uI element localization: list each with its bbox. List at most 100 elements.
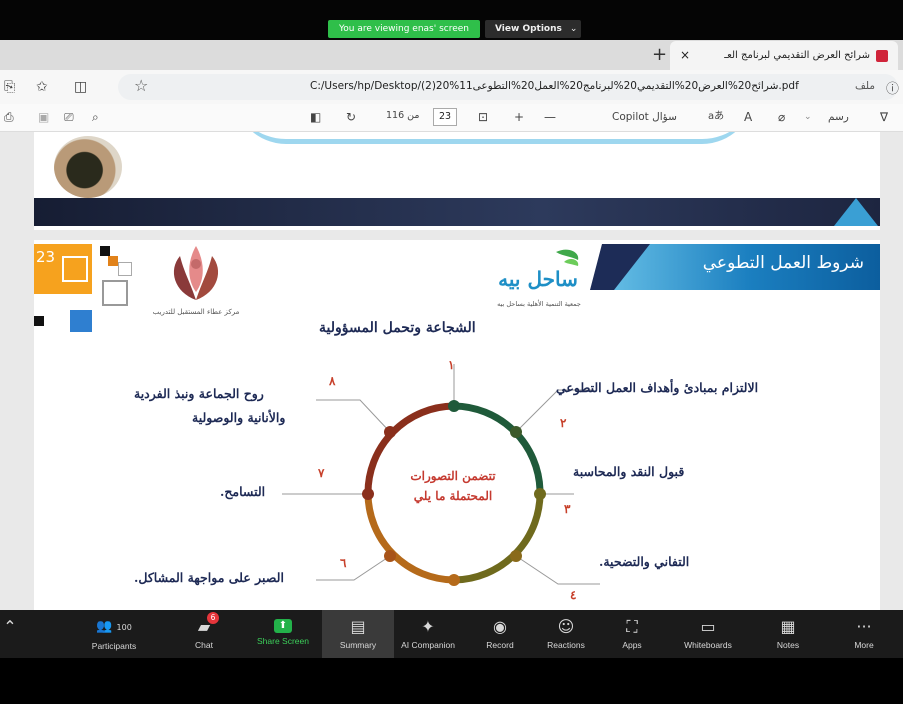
page-view-icon[interactable]: ◧ — [310, 108, 321, 126]
ring-arc — [364, 493, 455, 584]
chat-label: Chat — [195, 640, 213, 650]
ring-node — [362, 488, 374, 500]
participants-count: 100 — [116, 623, 132, 632]
downloads-icon[interactable]: ⎘ — [4, 78, 15, 96]
notes-label: Notes — [776, 640, 800, 650]
tab-title: شرائح العرض التقديمي لبرنامج العـ — [724, 50, 870, 61]
ai-companion-label: AI Companion — [401, 640, 455, 650]
chevron-up-icon: ⌃ — [3, 617, 17, 636]
share-screen-button[interactable]: ⬆ Share Screen — [247, 610, 319, 658]
fit-page-icon[interactable]: ⊡ — [478, 108, 488, 126]
connector-line — [515, 555, 600, 585]
condition-number: ٤ — [570, 588, 577, 602]
ring-center-label: تتضمن التصورات المحتملة ما يلي — [393, 466, 513, 506]
summary-button[interactable]: ▤ Summary — [322, 610, 394, 658]
share-screen-icon: ⬆ — [274, 619, 292, 633]
favorites-icon[interactable]: ✩ — [36, 78, 48, 96]
ring-node — [384, 550, 396, 562]
record-label: Record — [486, 640, 514, 650]
add-favorite-star-icon[interactable]: ☆ — [134, 76, 148, 95]
ring-node — [448, 400, 460, 412]
condition-number: ١ — [448, 358, 455, 372]
page-total: من 116 — [386, 110, 420, 121]
audio-options-button[interactable]: ⌃ — [0, 610, 46, 658]
notes-button[interactable]: ▦ Notes — [752, 610, 824, 658]
letterbox-bottom — [0, 658, 903, 704]
draw-button[interactable]: رسم — [828, 108, 849, 126]
connector-line — [515, 389, 594, 433]
summary-label: Summary — [339, 640, 377, 650]
condition-text: الصبر على مواجهة المشاكل. — [134, 570, 284, 585]
more-label: More — [854, 640, 874, 650]
apps-icon: ⛶ — [626, 617, 638, 636]
ring-node — [534, 488, 546, 500]
highlight-icon[interactable]: ⌀ — [778, 108, 785, 126]
whiteboards-label: Whiteboards — [684, 640, 732, 650]
reactions-icon: ☺ — [557, 617, 575, 636]
condition-text: قبول النقد والمحاسبة — [573, 464, 685, 479]
save-icon[interactable]: ⎙ — [4, 108, 14, 126]
chevron-down-icon[interactable]: ⌄ — [804, 108, 812, 126]
current-slide: 23 مركز عطاء المستقبل للتدريب ساحل بيه ج… — [34, 240, 880, 620]
condition-number: ٨ — [329, 374, 336, 388]
connector-line — [316, 555, 391, 581]
whiteboards-button[interactable]: ▭ Whiteboards — [672, 610, 744, 658]
condition-number: ٦ — [340, 556, 347, 570]
rotate-icon[interactable]: ↻ — [346, 108, 356, 126]
whiteboard-icon: ▭ — [700, 617, 716, 636]
ring-node — [448, 574, 460, 586]
participants-button[interactable]: 👥 100 Participants — [78, 610, 150, 658]
notes-icon: ▦ — [780, 617, 796, 636]
ring-node — [384, 426, 396, 438]
tab-close-button[interactable]: × — [680, 41, 690, 70]
save-as-icon[interactable]: ▣ — [38, 108, 49, 126]
participants-icon: 👥 100 — [96, 619, 132, 634]
read-aloud-button[interactable]: aあ — [708, 108, 724, 126]
zoom-in-button[interactable]: + — [514, 108, 524, 126]
more-dots-icon: ··· — [856, 617, 872, 636]
sparkle-icon: ✦ — [421, 617, 435, 636]
record-icon: ◉ — [493, 617, 507, 636]
site-info-icon[interactable]: ⓘ — [886, 78, 899, 97]
condition-number: ٢ — [560, 416, 567, 430]
ask-copilot-button[interactable]: سؤال Copilot — [612, 108, 677, 126]
print-icon[interactable]: ⎚ — [64, 108, 74, 126]
center-label-line2: المحتملة ما يلي — [413, 489, 493, 503]
slide-photo — [54, 136, 122, 198]
browser-tab-pdf[interactable]: شرائح العرض التقديمي لبرنامج العـ × — [670, 41, 898, 70]
view-options-button[interactable]: View Options ⌄ — [485, 20, 581, 38]
record-button[interactable]: ◉ Record — [464, 610, 536, 658]
page-number-input[interactable]: 23 — [433, 108, 457, 126]
condition-number: ٧ — [318, 466, 325, 480]
url-text[interactable]: C:/Users/hp/Desktop/(2)20%1شرائح20%العرض… — [310, 80, 799, 92]
view-options-label: View Options — [495, 24, 562, 34]
condition-text: والأنانية والوصولية — [192, 410, 286, 425]
pdf-file-icon — [876, 50, 888, 62]
viewing-screen-indicator: You are viewing enas' screen — [328, 20, 480, 38]
ring-node — [510, 550, 522, 562]
apps-label: Apps — [622, 640, 642, 650]
condition-text: روح الجماعة ونبذ الفردية — [134, 386, 264, 401]
split-screen-icon[interactable]: ◫ — [74, 78, 87, 96]
condition-top-heading: الشجاعة وتحمل المسؤولية — [319, 320, 476, 336]
ring-node — [510, 426, 522, 438]
new-tab-button[interactable]: + — [652, 44, 667, 66]
condition-number: ٣ — [564, 502, 571, 516]
previous-slide — [34, 132, 880, 230]
apps-button[interactable]: ⛶ Apps — [596, 610, 668, 658]
conditions-ring-diagram — [282, 364, 600, 586]
more-button[interactable]: ··· More — [828, 610, 900, 658]
participants-label: Participants — [91, 641, 137, 651]
reactions-button[interactable]: ☺ Reactions — [530, 610, 602, 658]
slide-footer-band — [34, 198, 880, 226]
chat-button[interactable]: ▰ Chat — [168, 610, 240, 658]
footer-triangle — [834, 198, 878, 226]
text-size-button[interactable]: A — [744, 108, 752, 126]
zoom-out-button[interactable]: — — [544, 108, 556, 126]
search-icon[interactable]: ⌕ — [92, 108, 99, 126]
center-label-line1: تتضمن التصورات — [410, 469, 496, 483]
draw-pen-icon[interactable]: ∇ — [880, 108, 888, 126]
connector-line — [316, 399, 391, 433]
file-protocol-label: ملف — [855, 80, 875, 92]
ai-companion-button[interactable]: ✦ AI Companion — [392, 610, 464, 658]
